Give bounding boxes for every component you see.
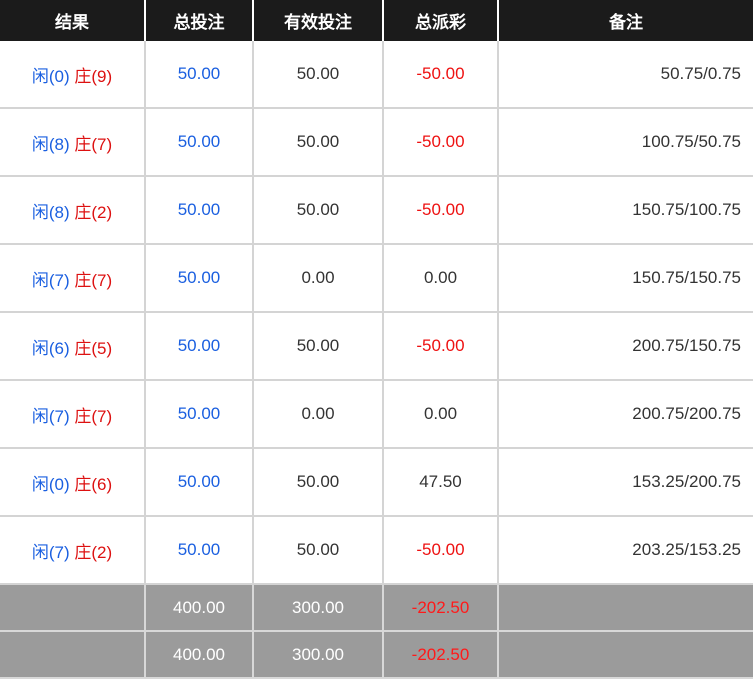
total-valid-bet: 300.00 bbox=[253, 631, 384, 679]
table-row: 闲(0) 庄(9) 50.00 50.00 -50.00 50.75/0.75 bbox=[0, 41, 753, 109]
banker-result: 庄(7) bbox=[74, 270, 113, 290]
payout-cell: 0.00 bbox=[383, 244, 499, 313]
valid-bet-cell: 50.00 bbox=[253, 108, 384, 177]
payout-cell: -50.00 bbox=[383, 312, 499, 381]
player-result: 闲(8) bbox=[31, 134, 70, 154]
remark-cell: 100.75/50.75 bbox=[498, 108, 753, 177]
banker-result: 庄(7) bbox=[74, 406, 113, 426]
banker-result: 庄(5) bbox=[74, 338, 113, 358]
payout-cell: 47.50 bbox=[383, 448, 499, 517]
banker-result: 庄(2) bbox=[74, 202, 113, 222]
player-result: 闲(7) bbox=[31, 542, 70, 562]
table-header: 结果 总投注 有效投注 总派彩 备注 bbox=[0, 0, 753, 41]
total-bet-cell: 50.00 bbox=[145, 516, 254, 585]
remark-cell: 153.25/200.75 bbox=[498, 448, 753, 517]
banker-result: 庄(6) bbox=[74, 474, 113, 494]
valid-bet-cell: 0.00 bbox=[253, 380, 384, 449]
remark-cell: 50.75/0.75 bbox=[498, 41, 753, 109]
remark-cell: 150.75/150.75 bbox=[498, 244, 753, 313]
result-cell: 闲(0) 庄(9) bbox=[0, 41, 146, 109]
header-row: 结果 总投注 有效投注 总派彩 备注 bbox=[0, 0, 753, 41]
header-remarks: 备注 bbox=[498, 0, 753, 41]
result-cell: 闲(6) 庄(5) bbox=[0, 312, 146, 381]
table-row: 闲(7) 庄(7) 50.00 0.00 0.00 150.75/150.75 bbox=[0, 244, 753, 313]
subtotal-row: 400.00 300.00 -202.50 bbox=[0, 584, 753, 632]
player-result: 闲(0) bbox=[31, 474, 70, 494]
payout-cell: -50.00 bbox=[383, 176, 499, 245]
remark-cell: 200.75/200.75 bbox=[498, 380, 753, 449]
total-remark bbox=[498, 631, 753, 679]
player-result: 闲(0) bbox=[31, 66, 70, 86]
header-result: 结果 bbox=[0, 0, 146, 41]
total-bet-cell: 50.00 bbox=[145, 312, 254, 381]
remark-cell: 203.25/153.25 bbox=[498, 516, 753, 585]
subtotal-total-bet: 400.00 bbox=[145, 584, 254, 632]
result-cell: 闲(8) 庄(7) bbox=[0, 108, 146, 177]
table-row: 闲(7) 庄(7) 50.00 0.00 0.00 200.75/200.75 bbox=[0, 380, 753, 449]
table-row: 闲(7) 庄(2) 50.00 50.00 -50.00 203.25/153.25 bbox=[0, 516, 753, 585]
player-result: 闲(8) bbox=[31, 202, 70, 222]
payout-cell: 0.00 bbox=[383, 380, 499, 449]
valid-bet-cell: 50.00 bbox=[253, 176, 384, 245]
player-result: 闲(6) bbox=[31, 338, 70, 358]
banker-result: 庄(7) bbox=[74, 134, 113, 154]
table-body: 闲(0) 庄(9) 50.00 50.00 -50.00 50.75/0.75 闲(8) … bbox=[0, 41, 753, 585]
table-row: 闲(8) 庄(2) 50.00 50.00 -50.00 150.75/100.75 bbox=[0, 176, 753, 245]
banker-result: 庄(2) bbox=[74, 542, 113, 562]
payout-cell: -50.00 bbox=[383, 516, 499, 585]
total-bet-cell: 50.00 bbox=[145, 41, 254, 109]
subtotal-payout: -202.50 bbox=[383, 584, 499, 632]
bet-history-table: 结果 总投注 有效投注 总派彩 备注 闲(0) 庄(9) 50.00 50.00 -5… bbox=[0, 0, 753, 679]
header-valid-bet: 有效投注 bbox=[253, 0, 384, 41]
table-row: 闲(0) 庄(6) 50.00 50.00 47.50 153.25/200.75 bbox=[0, 448, 753, 517]
table-row: 闲(6) 庄(5) 50.00 50.00 -50.00 200.75/150.75 bbox=[0, 312, 753, 381]
player-result: 闲(7) bbox=[31, 270, 70, 290]
total-label bbox=[0, 631, 146, 679]
result-cell: 闲(0) 庄(6) bbox=[0, 448, 146, 517]
total-total-bet: 400.00 bbox=[145, 631, 254, 679]
subtotal-remark bbox=[498, 584, 753, 632]
result-cell: 闲(8) 庄(2) bbox=[0, 176, 146, 245]
result-cell: 闲(7) 庄(7) bbox=[0, 380, 146, 449]
valid-bet-cell: 0.00 bbox=[253, 244, 384, 313]
remark-cell: 150.75/100.75 bbox=[498, 176, 753, 245]
table-row: 闲(8) 庄(7) 50.00 50.00 -50.00 100.75/50.75 bbox=[0, 108, 753, 177]
total-bet-cell: 50.00 bbox=[145, 176, 254, 245]
result-cell: 闲(7) 庄(7) bbox=[0, 244, 146, 313]
player-result: 闲(7) bbox=[31, 406, 70, 426]
table-footer: 400.00 300.00 -202.50 400.00 300.00 -202… bbox=[0, 584, 753, 679]
banker-result: 庄(9) bbox=[74, 66, 113, 86]
total-bet-cell: 50.00 bbox=[145, 380, 254, 449]
total-row: 400.00 300.00 -202.50 bbox=[0, 631, 753, 679]
subtotal-valid-bet: 300.00 bbox=[253, 584, 384, 632]
total-bet-cell: 50.00 bbox=[145, 108, 254, 177]
payout-cell: -50.00 bbox=[383, 41, 499, 109]
remark-cell: 200.75/150.75 bbox=[498, 312, 753, 381]
valid-bet-cell: 50.00 bbox=[253, 448, 384, 517]
total-bet-cell: 50.00 bbox=[145, 448, 254, 517]
header-total-payout: 总派彩 bbox=[383, 0, 499, 41]
total-bet-cell: 50.00 bbox=[145, 244, 254, 313]
subtotal-label bbox=[0, 584, 146, 632]
header-total-bet: 总投注 bbox=[145, 0, 254, 41]
payout-cell: -50.00 bbox=[383, 108, 499, 177]
total-payout: -202.50 bbox=[383, 631, 499, 679]
valid-bet-cell: 50.00 bbox=[253, 516, 384, 585]
valid-bet-cell: 50.00 bbox=[253, 41, 384, 109]
valid-bet-cell: 50.00 bbox=[253, 312, 384, 381]
result-cell: 闲(7) 庄(2) bbox=[0, 516, 146, 585]
